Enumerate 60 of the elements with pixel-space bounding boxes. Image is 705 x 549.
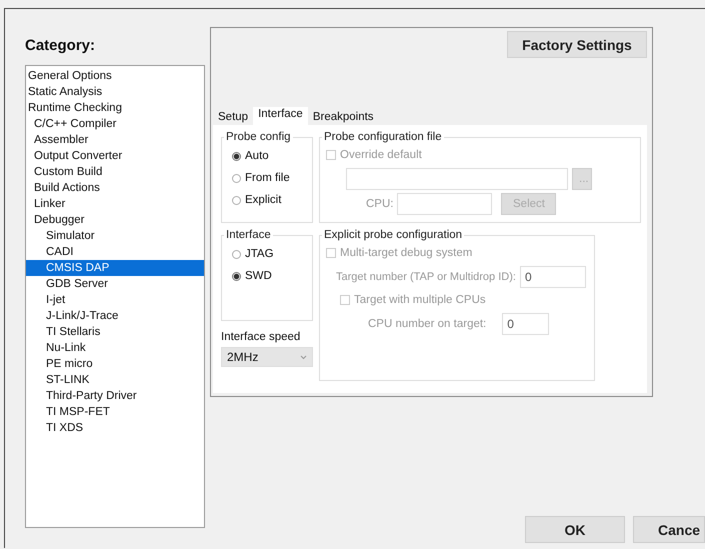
category-item[interactable]: ST-LINK (26, 372, 204, 388)
category-item[interactable]: Debugger (26, 212, 204, 228)
checkbox-label: Override default (340, 149, 422, 161)
category-item[interactable]: I-jet (26, 292, 204, 308)
field-label: CPU: (366, 198, 394, 210)
category-item[interactable]: J-Link/J-Trace (26, 308, 204, 324)
cancel-button[interactable]: Cance (633, 516, 705, 543)
category-item[interactable]: TI MSP-FET (26, 404, 204, 420)
speed-dropdown[interactable]: 2MHz (221, 347, 313, 367)
radio-label: From file (245, 172, 290, 184)
checkbox[interactable] (326, 150, 336, 160)
radio-label: JTAG (245, 248, 274, 260)
checkbox-label: Multi-target debug system (340, 247, 472, 259)
field-label: CPU number on target: (368, 318, 486, 330)
category-item[interactable]: GDB Server (26, 276, 204, 292)
radio-button[interactable] (232, 272, 241, 280)
category-item[interactable]: Build Actions (26, 180, 204, 196)
checkbox-label: Target with multiple CPUs (354, 294, 486, 306)
group-title: Probe config (225, 131, 292, 143)
category-item[interactable]: Runtime Checking (26, 100, 204, 116)
factory-settings-button[interactable]: Factory Settings (507, 31, 647, 58)
category-item[interactable]: Third-Party Driver (26, 388, 204, 404)
tab[interactable]: Breakpoints (308, 110, 379, 125)
radio-button[interactable] (232, 196, 241, 204)
cpu-field[interactable] (397, 193, 492, 215)
field-label: Target number (TAP or Multidrop ID): (336, 271, 516, 283)
category-heading: Category: (25, 37, 96, 56)
category-item[interactable]: Simulator (26, 228, 204, 244)
radio-label: SWD (245, 270, 272, 282)
tab[interactable]: Interface (253, 107, 308, 125)
checkbox[interactable] (340, 295, 350, 305)
category-item[interactable]: C/C++ Compiler (26, 116, 204, 132)
radio-label: Auto (245, 150, 269, 162)
radio-label: Explicit (245, 194, 282, 206)
tab[interactable]: Setup (213, 110, 254, 125)
category-item[interactable]: Assembler (26, 132, 204, 148)
ok-button[interactable]: OK (525, 516, 625, 543)
category-item[interactable]: TI XDS (26, 420, 204, 436)
category-item[interactable]: Custom Build (26, 164, 204, 180)
field-label: Interface speed (221, 331, 302, 343)
cpu-number-field[interactable]: 0 (502, 313, 550, 335)
target-number-field[interactable]: 0 (520, 266, 586, 288)
group-title: Interface (225, 229, 272, 241)
category-item[interactable]: TI Stellaris (26, 324, 204, 340)
radio-button[interactable] (232, 152, 241, 160)
category-item[interactable]: CMSIS DAP (26, 260, 204, 276)
file-path-field[interactable] (346, 168, 568, 190)
group-title: Probe configuration file (323, 131, 443, 143)
category-item[interactable]: CADI (26, 244, 204, 260)
group-title: Explicit probe configuration (323, 229, 464, 241)
radio-button[interactable] (232, 174, 241, 182)
category-item[interactable]: Output Converter (26, 148, 204, 164)
category-item[interactable]: Linker (26, 196, 204, 212)
category-item[interactable]: Static Analysis (26, 84, 204, 100)
checkbox[interactable] (326, 248, 336, 258)
radio-button[interactable] (232, 250, 241, 258)
category-item[interactable]: PE micro (26, 356, 204, 372)
category-item[interactable]: Nu-Link (26, 340, 204, 356)
chevron-icon (300, 354, 307, 360)
category-item[interactable]: General Options (26, 68, 204, 84)
